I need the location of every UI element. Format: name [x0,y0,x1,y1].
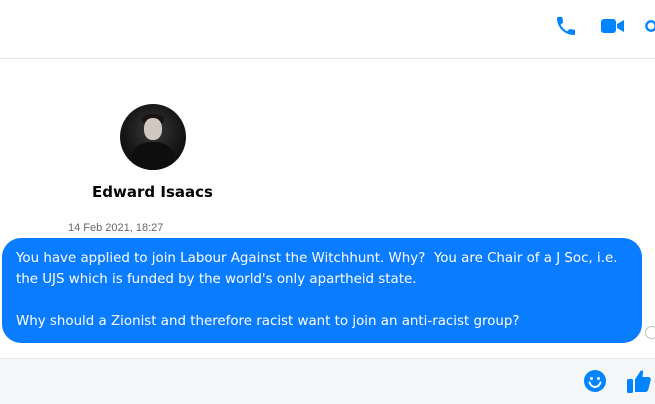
phone-icon[interactable] [552,12,580,40]
sent-status-icon [645,326,655,339]
video-camera-icon[interactable] [599,12,627,40]
composer-bar [0,358,655,404]
message-timestamp: 14 Feb 2021, 18:27 [68,222,164,234]
contact-name[interactable]: Edward Isaacs [0,183,305,201]
message-paragraph: You have applied to join Labour Against … [16,251,622,287]
avatar[interactable] [119,104,186,170]
conversation-header [0,0,655,59]
contact-profile: Edward Isaacs [0,100,305,201]
thumbs-up-icon[interactable] [625,367,653,395]
info-icon[interactable] [644,12,655,40]
emoji-icon[interactable] [583,369,607,393]
message-paragraph: Why should a Zionist and therefore racis… [16,314,520,329]
sent-message-bubble[interactable]: You have applied to join Labour Against … [2,238,642,343]
